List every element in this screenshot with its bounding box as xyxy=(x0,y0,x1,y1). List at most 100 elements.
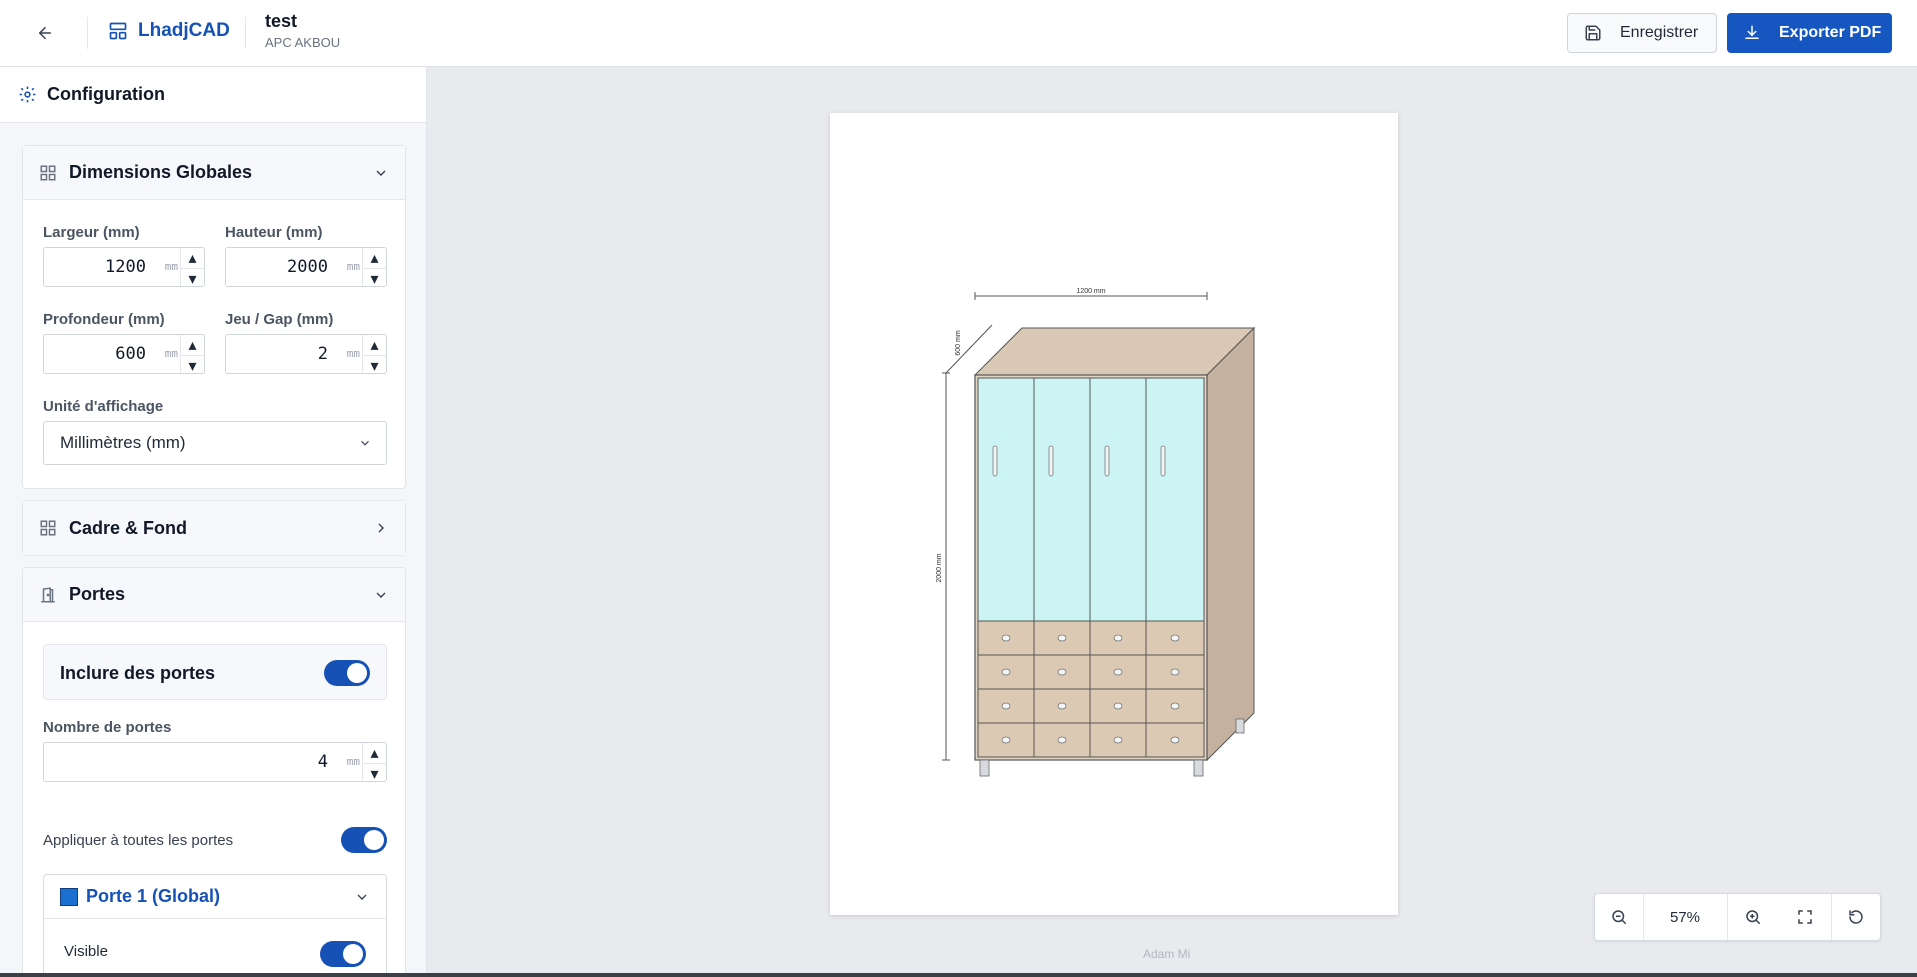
depth-input[interactable]: 600 mm ▴ ▾ xyxy=(43,334,205,376)
frame-panel-header[interactable]: Cadre & Fond xyxy=(23,501,405,555)
drawer-knob xyxy=(1057,668,1067,676)
chevron-down-icon[interactable]: ▾ xyxy=(181,269,204,289)
door-icon xyxy=(41,586,55,602)
top-bar: LhadjCAD test APC AKBOU Enregistrer Expo… xyxy=(0,0,1917,67)
height-value: 2000 xyxy=(287,257,328,277)
save-icon xyxy=(1585,25,1601,41)
zoom-in-icon xyxy=(1746,910,1761,925)
app-brand[interactable]: LhadjCAD xyxy=(108,20,230,42)
save-button[interactable]: Enregistrer xyxy=(1567,13,1717,53)
height-input[interactable]: 2000 mm ▴ ▾ xyxy=(225,247,387,289)
depth-stepper[interactable]: ▴ ▾ xyxy=(180,335,204,376)
depth-label: Profondeur (mm) xyxy=(43,311,165,328)
cabinet-side xyxy=(1206,326,1255,762)
gap-input[interactable]: 2 mm ▴ ▾ xyxy=(225,334,387,376)
display-unit-label: Unité d'affichage xyxy=(43,398,164,415)
drawer-knob xyxy=(1001,634,1011,642)
frame-panel: Cadre & Fond xyxy=(22,500,406,556)
chevron-up-icon[interactable]: ▴ xyxy=(363,248,386,269)
chevron-up-icon[interactable]: ▴ xyxy=(181,335,204,356)
include-doors-toggle[interactable] xyxy=(324,660,370,686)
door-card-header[interactable]: Porte 1 (Global) xyxy=(44,875,386,919)
drawer-grid xyxy=(977,620,1205,758)
drawer-knob xyxy=(1170,702,1180,710)
depth-value: 600 xyxy=(115,344,146,364)
grid-icon xyxy=(40,165,56,180)
wardrobe-drawing: 1200 mm 600 mm 2000 mm xyxy=(936,288,1256,777)
door-color-swatch[interactable] xyxy=(60,887,78,906)
arrow-left-icon xyxy=(39,27,51,39)
chevron-down-icon xyxy=(361,440,369,446)
chevron-up-icon[interactable]: ▴ xyxy=(363,335,386,356)
layout-icon xyxy=(109,22,127,40)
chevron-up-icon[interactable]: ▴ xyxy=(363,743,386,764)
chevron-down-icon xyxy=(376,592,386,598)
glass-door xyxy=(1089,377,1147,622)
door-handle xyxy=(992,445,998,477)
display-unit-select[interactable]: Millimètres (mm) xyxy=(43,421,387,465)
width-input[interactable]: 1200 mm ▴ ▾ xyxy=(43,247,205,289)
grid-icon xyxy=(40,520,56,536)
door-count-stepper[interactable]: ▴ ▾ xyxy=(362,743,386,784)
cabinet-leg xyxy=(1193,759,1204,777)
chevron-down-icon[interactable]: ▾ xyxy=(181,356,204,376)
drawer-knob xyxy=(1113,702,1123,710)
config-sidebar: Configuration Dimensions Globales Largeu… xyxy=(0,67,427,977)
project-title: test xyxy=(265,11,298,31)
door-handle xyxy=(1104,445,1110,477)
dimensions-panel-header[interactable]: Dimensions Globales xyxy=(23,146,405,200)
cabinet-leg xyxy=(979,759,990,777)
drawer-knob xyxy=(1057,702,1067,710)
gap-stepper[interactable]: ▴ ▾ xyxy=(362,335,386,376)
cabinet-leg xyxy=(1235,718,1245,734)
chevron-down-icon xyxy=(357,894,367,900)
project-subtitle: APC AKBOU xyxy=(265,35,341,50)
include-doors-label: Inclure des portes xyxy=(60,663,216,683)
fit-screen-button[interactable] xyxy=(1779,894,1831,940)
zoom-in-button[interactable] xyxy=(1727,894,1779,940)
drawer-knob xyxy=(1001,736,1011,744)
zoom-out-icon xyxy=(1612,910,1627,925)
glass-door xyxy=(977,377,1035,622)
frame-title: Cadre & Fond xyxy=(69,517,188,538)
drawer-knob xyxy=(1113,668,1123,676)
visible-toggle[interactable] xyxy=(320,941,366,967)
drawer-knob xyxy=(1170,634,1180,642)
save-label: Enregistrer xyxy=(1620,24,1699,41)
unit-suffix: mm xyxy=(164,347,178,360)
chevron-down-icon[interactable]: ▾ xyxy=(363,764,386,784)
height-stepper[interactable]: ▴ ▾ xyxy=(362,248,386,289)
chevron-down-icon[interactable]: ▾ xyxy=(363,356,386,376)
apply-all-label: Appliquer à toutes les portes xyxy=(43,832,234,849)
zoom-level: 57% xyxy=(1669,908,1701,926)
drawing-sheet: 1200 mm 600 mm 2000 mm xyxy=(830,113,1398,915)
unit-suffix: mm xyxy=(346,347,360,360)
width-value: 1200 xyxy=(105,257,146,277)
chevron-down-icon[interactable]: ▾ xyxy=(363,269,386,289)
maximize-icon xyxy=(1798,910,1812,924)
reset-view-button[interactable] xyxy=(1831,894,1881,940)
apply-all-toggle[interactable] xyxy=(341,827,387,853)
chevron-right-icon xyxy=(378,523,384,533)
doors-panel-header[interactable]: Portes xyxy=(23,568,405,622)
depth-dimension-label: 600 mm xyxy=(955,330,962,355)
export-pdf-button[interactable]: Exporter PDF xyxy=(1727,13,1892,53)
doors-title: Portes xyxy=(69,584,126,604)
visible-label: Visible xyxy=(64,943,108,960)
drawing-canvas[interactable]: 1200 mm 600 mm 2000 mm xyxy=(427,67,1917,977)
back-button[interactable] xyxy=(28,20,62,46)
sidebar-body[interactable]: Dimensions Globales Largeur (mm) 1200 mm… xyxy=(0,123,426,977)
width-stepper[interactable]: ▴ ▾ xyxy=(180,248,204,289)
app-name: LhadjCAD xyxy=(138,20,230,41)
chevron-up-icon[interactable]: ▴ xyxy=(181,248,204,269)
door-count-input[interactable]: 4 mm ▴ ▾ xyxy=(43,742,387,784)
header-divider xyxy=(87,17,88,49)
drawer-knob xyxy=(1113,736,1123,744)
dimensions-title: Dimensions Globales xyxy=(69,162,253,182)
zoom-out-button[interactable] xyxy=(1595,894,1643,940)
header-divider xyxy=(245,17,246,49)
glass-door xyxy=(1145,377,1205,622)
door-handle xyxy=(1160,445,1166,477)
sidebar-header: Configuration xyxy=(0,67,426,123)
gap-value: 2 xyxy=(317,344,328,364)
